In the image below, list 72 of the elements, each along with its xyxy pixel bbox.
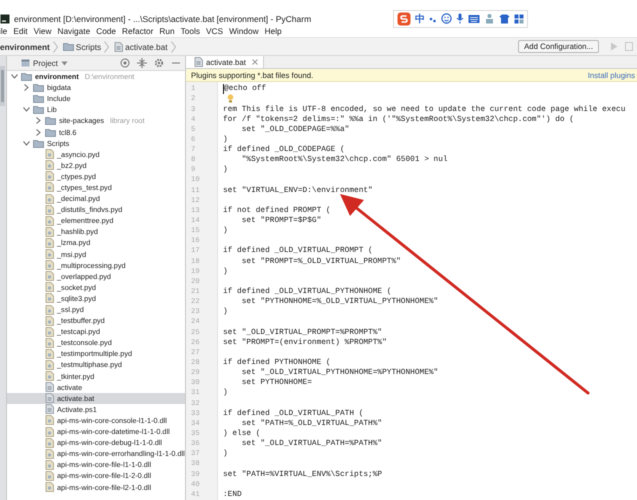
- menu-item[interactable]: Refactor: [122, 26, 154, 36]
- script-file-icon: [45, 393, 54, 404]
- binary-file-icon: [45, 316, 54, 326]
- menu-item[interactable]: VCS: [206, 26, 224, 36]
- collapse-icon: [137, 58, 147, 68]
- binary-file-icon: [45, 460, 54, 470]
- dropdown-icon: [60, 60, 68, 66]
- binary-file-icon: [45, 470, 54, 481]
- folder-icon: [33, 94, 44, 104]
- binary-file-icon: [45, 438, 54, 448]
- binary-file-icon: [45, 171, 54, 182]
- menu-item[interactable]: Code: [96, 26, 116, 36]
- binary-file-icon: [45, 282, 54, 292]
- binary-file-icon: [45, 304, 54, 315]
- breadcrumb[interactable]: Scripts: [62, 42, 102, 52]
- run-icon: [610, 42, 618, 51]
- binary-file-icon: [45, 271, 54, 282]
- binary-file-icon: [45, 216, 54, 226]
- chevron-icon: [104, 40, 110, 52]
- script-file-icon: [45, 382, 54, 392]
- grid-icon: [514, 14, 524, 24]
- folder-icon: [45, 128, 56, 137]
- panel-icon: [21, 59, 30, 67]
- binary-file-icon: [45, 371, 54, 382]
- binary-file-icon: [45, 426, 54, 437]
- binary-file-icon: [45, 226, 54, 237]
- keyboard-icon: [468, 14, 480, 24]
- menu-item[interactable]: Window: [229, 26, 259, 36]
- binary-file-icon: [45, 293, 54, 304]
- breadcrumb[interactable]: activate.bat: [114, 42, 168, 52]
- window-title: environment [D:\environment] - ...\Scripts\activate.bat [environment] - PyCharm: [14, 14, 312, 24]
- menu-item[interactable]: Edit: [13, 26, 28, 36]
- script-file-icon: [114, 42, 124, 52]
- debug-icon: [625, 42, 633, 51]
- target-icon: [120, 58, 130, 68]
- binary-file-icon: [45, 448, 54, 459]
- ime-mode[interactable]: 中: [415, 12, 426, 26]
- binary-file-icon: [45, 194, 54, 204]
- binary-file-icon: [45, 482, 54, 492]
- binary-file-icon: [45, 238, 54, 248]
- binary-file-icon: [45, 415, 54, 426]
- folder-icon: [33, 83, 44, 92]
- chevron-icon: [170, 40, 176, 52]
- settings-icon: [154, 58, 164, 68]
- binary-file-icon: [45, 160, 54, 170]
- close-icon: [252, 59, 258, 66]
- menu-item[interactable]: Run: [159, 26, 175, 36]
- binary-file-icon: [45, 260, 54, 270]
- menu-item[interactable]: Navigate: [57, 26, 90, 36]
- binary-file-icon: [45, 348, 54, 359]
- binary-file-icon: [45, 338, 54, 348]
- menu-item[interactable]: View: [34, 26, 52, 36]
- binary-file-icon: [45, 149, 54, 160]
- microphone-icon: [456, 13, 464, 24]
- binary-file-icon: [45, 326, 54, 337]
- chevron-icon: [52, 40, 58, 52]
- user-icon: [484, 13, 496, 24]
- shirt-icon: [499, 14, 510, 24]
- binary-file-icon: [45, 204, 54, 215]
- menu-item[interactable]: Help: [264, 26, 282, 36]
- breadcrumb[interactable]: environment: [0, 42, 50, 52]
- script-file-icon: [45, 404, 54, 414]
- folder-icon: [62, 42, 74, 51]
- smiley-icon: [441, 13, 452, 24]
- menu-item[interactable]: Tools: [180, 26, 200, 36]
- binary-file-icon: [45, 182, 54, 192]
- binary-file-icon: [45, 249, 54, 260]
- folder-icon: [33, 105, 44, 114]
- panel-title[interactable]: Project: [33, 58, 58, 68]
- folder-icon: [45, 116, 56, 126]
- folder-icon: [33, 138, 44, 148]
- binary-file-icon: [45, 360, 54, 370]
